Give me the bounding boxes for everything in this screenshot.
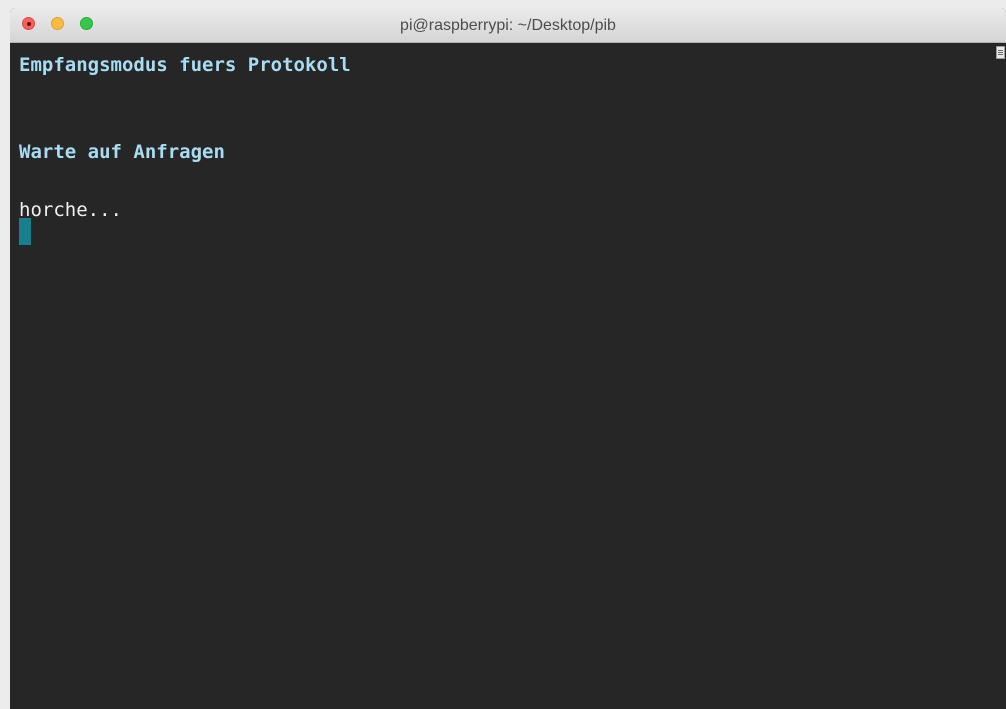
terminal-window: pi@raspberrypi: ~/Desktop/pib Empfangsmo… [10,8,1006,709]
scrollbar-thumb[interactable] [996,46,1005,59]
window-titlebar[interactable]: pi@raspberrypi: ~/Desktop/pib [10,8,1006,43]
terminal-output[interactable]: Empfangsmodus fuers Protokoll Warte auf … [10,43,994,709]
grip-line-icon [998,50,1003,51]
window-title: pi@raspberrypi: ~/Desktop/pib [400,17,616,34]
terminal-cursor [19,218,31,245]
grip-line-icon [998,54,1003,55]
terminal-line-listening: horche... [19,199,122,221]
terminal-scrollbar[interactable] [994,43,1006,709]
terminal-line-mode: Empfangsmodus fuers Protokoll [19,54,351,76]
terminal-line-waiting: Warte auf Anfragen [19,141,225,163]
grip-line-icon [998,52,1003,53]
